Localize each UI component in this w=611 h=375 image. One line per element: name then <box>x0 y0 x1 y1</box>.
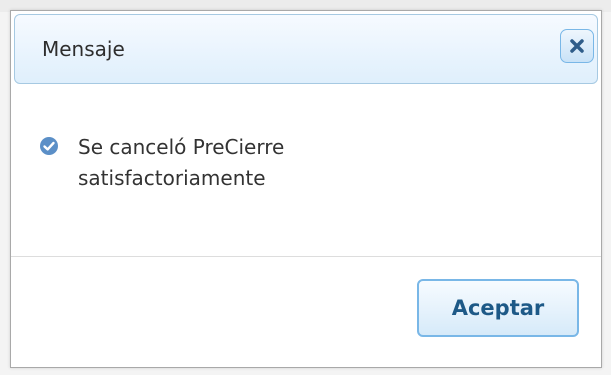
accept-button[interactable]: Aceptar <box>417 279 579 337</box>
message-dialog: Mensaje Se canceló PreCierre satisfactor… <box>10 10 602 368</box>
close-button[interactable] <box>560 29 594 63</box>
dialog-titlebar: Mensaje <box>14 14 598 84</box>
dialog-title: Mensaje <box>42 37 125 61</box>
message-text: Se canceló PreCierre satisfactoriamente <box>78 132 378 194</box>
message-line-1: Se canceló PreCierre <box>78 135 285 159</box>
check-circle-icon <box>40 137 58 155</box>
message-line-2: satisfactoriamente <box>78 166 266 190</box>
dialog-content: Se canceló PreCierre satisfactoriamente <box>11 84 601 256</box>
close-icon <box>570 39 584 53</box>
footer-divider <box>11 256 601 257</box>
